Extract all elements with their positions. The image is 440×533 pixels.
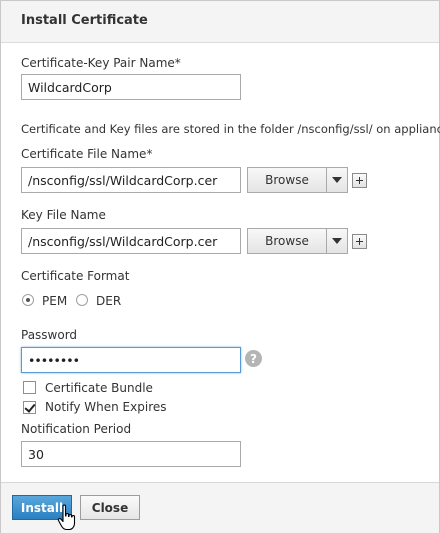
hand-cursor-icon — [57, 504, 76, 531]
key-file-add-button[interactable] — [352, 234, 367, 249]
certificate-bundle-checkbox[interactable] — [23, 381, 36, 394]
notification-period-label: Notification Period — [21, 422, 132, 436]
password-label: Password — [21, 328, 78, 342]
notify-expires-label: Notify When Expires — [45, 400, 167, 414]
format-der-radio[interactable] — [76, 294, 88, 306]
dialog-title: Install Certificate — [21, 13, 148, 28]
cert-key-pair-label: Certificate-Key Pair Name* — [21, 56, 181, 70]
cert-file-browse-button[interactable]: Browse — [247, 167, 327, 193]
cert-format-label: Certificate Format — [21, 269, 130, 283]
key-file-input[interactable] — [21, 228, 241, 254]
cert-file-label: Certificate File Name* — [21, 147, 153, 161]
cert-file-input[interactable] — [21, 167, 241, 193]
dialog-header: Install Certificate — [1, 1, 439, 43]
key-file-label: Key File Name — [21, 208, 106, 222]
notify-expires-checkbox[interactable] — [23, 401, 36, 414]
format-pem-label: PEM — [42, 294, 68, 308]
format-der-label: DER — [96, 294, 122, 308]
help-icon[interactable]: ? — [245, 350, 262, 367]
notification-period-input[interactable] — [21, 441, 241, 467]
close-button[interactable]: Close — [80, 495, 140, 520]
storage-info-text: Certificate and Key files are stored in … — [21, 122, 440, 136]
certificate-bundle-label: Certificate Bundle — [45, 381, 153, 395]
cert-file-add-button[interactable] — [352, 173, 367, 188]
format-pem-radio[interactable] — [22, 294, 34, 306]
password-input[interactable] — [21, 347, 241, 373]
key-file-browse-dropdown[interactable] — [327, 228, 348, 254]
cert-key-pair-input[interactable] — [21, 74, 241, 100]
cert-file-browse-dropdown[interactable] — [327, 167, 348, 193]
install-certificate-dialog: Install Certificate Certificate-Key Pair… — [0, 0, 440, 533]
key-file-browse-button[interactable]: Browse — [247, 228, 327, 254]
